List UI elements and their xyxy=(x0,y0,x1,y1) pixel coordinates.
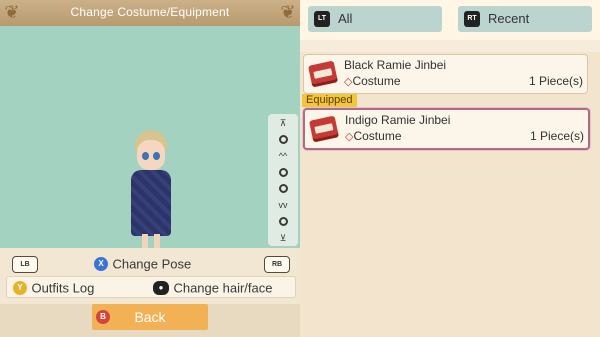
y-button-icon: Y xyxy=(13,280,27,295)
outfits-log-button[interactable]: Y Outfits Log xyxy=(13,279,94,297)
eye-icon xyxy=(142,152,149,160)
back-label: Back xyxy=(134,309,166,325)
back-button[interactable]: B Back xyxy=(92,304,208,330)
outfits-log-label: Outfits Log xyxy=(31,280,95,296)
list-item[interactable]: Black Ramie Jinbei ◇Costume 1 Piece(s) xyxy=(303,54,588,94)
list-top-strip xyxy=(300,40,600,52)
item-name: Black Ramie Jinbei xyxy=(344,58,447,72)
change-hair-button[interactable]: ● Change hair/face xyxy=(153,279,272,297)
top-arrow-icon[interactable]: ⊼ xyxy=(280,118,287,128)
title-bar: ❦ Change Costume/Equipment ❦ xyxy=(0,0,300,26)
tab-recent-label: Recent xyxy=(488,11,530,26)
change-pose-label: Change Pose xyxy=(112,256,192,272)
pose-dot-icon[interactable] xyxy=(278,167,288,177)
pose-row: LB X Change Pose RB xyxy=(0,252,300,274)
stick-button-icon: ● xyxy=(153,280,169,295)
character-preview-stage xyxy=(0,26,300,262)
b-button-icon: B xyxy=(96,310,110,324)
character-face xyxy=(137,140,165,170)
left-panel: ❦ Change Costume/Equipment ❦ ⊼ ^^ vv ⊻ L xyxy=(0,0,300,337)
change-pose-button[interactable]: X Change Pose xyxy=(94,255,191,273)
list-item-selected[interactable]: Indigo Ramie Jinbei ◇Costume 1 Piece(s) xyxy=(303,108,590,150)
page-title: Change Costume/Equipment xyxy=(70,5,230,19)
item-category: ◇Costume xyxy=(344,74,401,88)
filter-tabs: LT All RT Recent xyxy=(300,0,600,40)
tab-all[interactable]: LT All xyxy=(308,6,442,32)
tab-recent[interactable]: RT Recent xyxy=(458,6,592,32)
pose-control-column[interactable]: ⊼ ^^ vv ⊻ xyxy=(268,114,298,246)
pose-dot-icon[interactable] xyxy=(278,216,288,226)
ornament-icon: ❦ xyxy=(280,2,296,22)
pose-dot-icon[interactable] xyxy=(278,134,288,144)
lb-button-icon[interactable]: LB xyxy=(12,256,38,273)
right-panel: LT All RT Recent Black Ramie Jinbei ◇Cos… xyxy=(300,0,600,337)
tab-all-label: All xyxy=(338,11,353,26)
ornament-icon: ❦ xyxy=(4,2,20,22)
item-name: Indigo Ramie Jinbei xyxy=(345,113,451,127)
x-button-icon: X xyxy=(94,256,108,271)
equipped-badge: Equipped xyxy=(302,94,357,107)
character-costume xyxy=(131,170,171,236)
pose-dot-icon[interactable] xyxy=(278,183,288,193)
bottom-arrow-icon[interactable]: ⊻ xyxy=(280,233,287,243)
rb-button-icon[interactable]: RB xyxy=(264,256,290,273)
up-arrow-icon[interactable]: ^^ xyxy=(279,151,287,161)
eye-icon xyxy=(153,152,160,160)
options-row: Y Outfits Log ● Change hair/face xyxy=(6,276,296,298)
bottom-controls: LB X Change Pose RB Y Outfits Log ● Chan… xyxy=(0,248,300,304)
item-category-label: Costume xyxy=(353,129,402,143)
change-hair-label: Change hair/face xyxy=(173,280,273,296)
item-list: Black Ramie Jinbei ◇Costume 1 Piece(s) E… xyxy=(300,40,600,337)
item-category-label: Costume xyxy=(352,74,401,88)
lt-button-icon: LT xyxy=(314,11,330,27)
rt-button-icon: RT xyxy=(464,11,480,27)
down-arrow-icon[interactable]: vv xyxy=(279,200,288,210)
costume-book-icon xyxy=(307,60,339,88)
costume-book-icon xyxy=(308,115,340,143)
item-quantity: 1 Piece(s) xyxy=(528,74,583,88)
item-category: ◇Costume xyxy=(345,129,402,143)
item-quantity: 1 Piece(s) xyxy=(529,129,584,143)
